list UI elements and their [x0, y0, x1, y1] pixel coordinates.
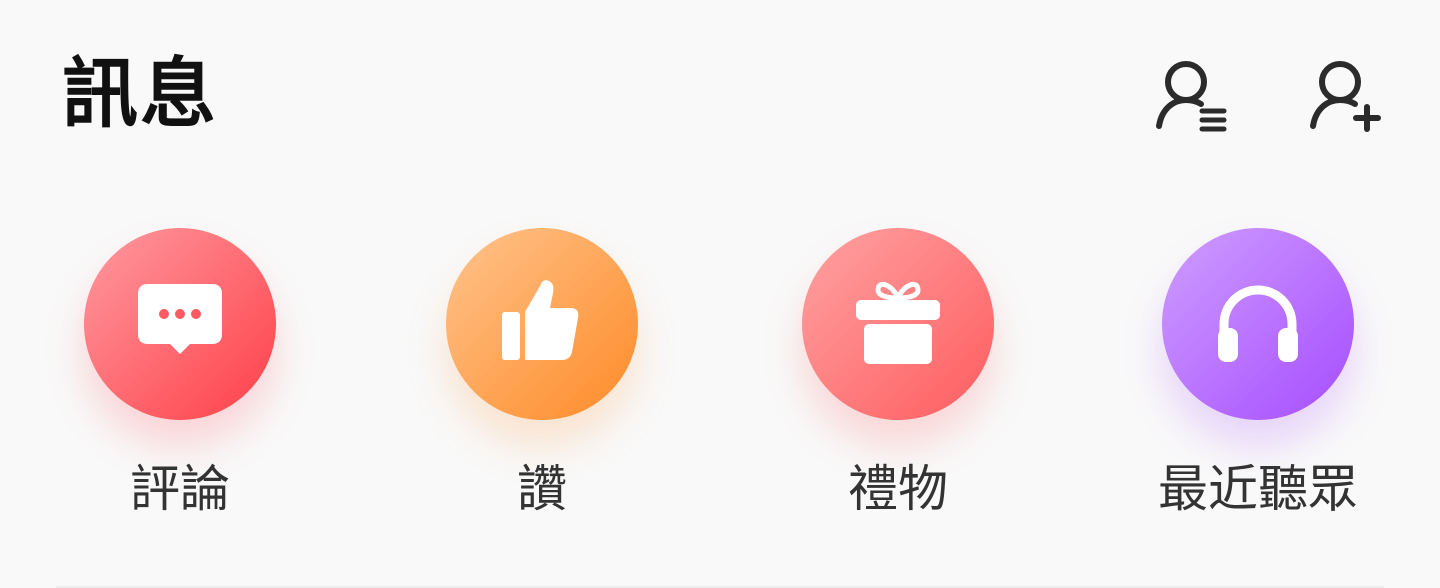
gifts-shortcut[interactable]: 禮物	[778, 228, 1018, 528]
recent-listeners-label: 最近聽眾	[1158, 460, 1358, 518]
likes-icon-circle	[446, 228, 638, 420]
page-title: 訊息	[62, 49, 218, 138]
gifts-label: 禮物	[848, 460, 948, 518]
comments-shortcut[interactable]: 評論	[60, 228, 300, 528]
user-list-icon	[1156, 61, 1227, 132]
headphones-icon	[1218, 285, 1298, 362]
comments-icon-circle	[84, 228, 276, 420]
recent-listeners-icon-circle	[1162, 228, 1354, 420]
user-plus-icon	[1310, 61, 1381, 132]
header: 訊息	[0, 0, 1440, 190]
gift-icon	[856, 281, 940, 364]
add-friend-button[interactable]	[1306, 56, 1386, 136]
likes-shortcut[interactable]: 讚	[422, 228, 662, 528]
gifts-icon-circle	[802, 228, 994, 420]
chat-bubble-icon	[138, 284, 222, 354]
comments-label: 評論	[130, 460, 230, 518]
recent-listeners-shortcut[interactable]: 最近聽眾	[1138, 228, 1378, 528]
thumbs-up-icon	[502, 280, 579, 360]
contacts-list-button[interactable]	[1152, 56, 1232, 136]
likes-label: 讚	[517, 460, 567, 518]
